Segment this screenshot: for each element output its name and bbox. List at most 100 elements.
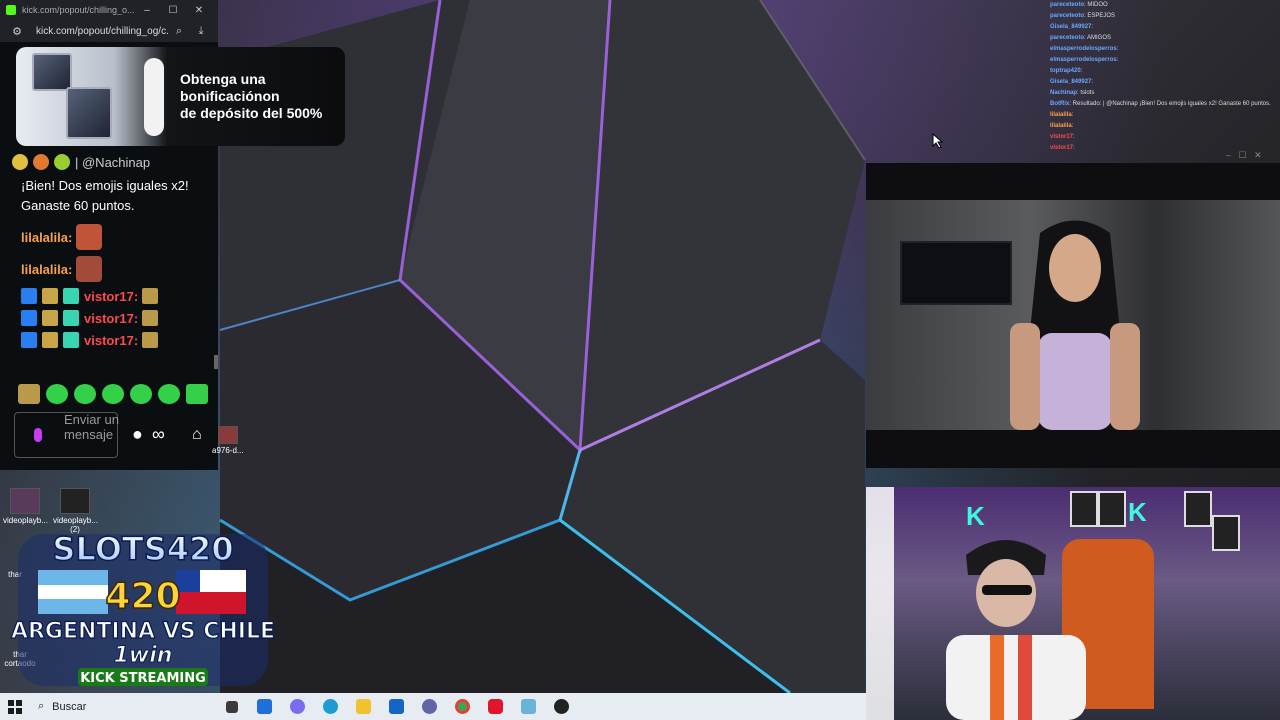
chat-message: lilalalila: (21, 224, 214, 250)
chat-message: vistor17: (21, 310, 214, 326)
gift-box-icon (32, 53, 72, 91)
store-app-icon[interactable] (248, 693, 281, 720)
overlay-chat-line: pareceteoto: AMIGOS (1050, 35, 1112, 41)
green-emote-icon[interactable] (158, 384, 180, 404)
search-icon: ⌕ (38, 700, 45, 712)
task-view-icon[interactable] (215, 693, 248, 720)
wall-frame (1184, 491, 1212, 527)
green-emote-icon[interactable] (102, 384, 124, 404)
desktop-icon-video-2[interactable]: videoplayb... (2) (53, 488, 98, 534)
windows-logo-icon (8, 699, 22, 714)
taskbar-search[interactable]: ⌕ Buscar (30, 693, 215, 720)
moderator-badge-icon (21, 288, 37, 304)
edge-browser-icon[interactable] (314, 693, 347, 720)
desktop-icon-file[interactable]: a976-d... (212, 426, 256, 455)
chrome-browser-icon[interactable] (446, 693, 479, 720)
leaf-emote-icon (142, 332, 159, 348)
vip-badge-icon (42, 332, 58, 348)
emoji-picker-icon[interactable]: ● (132, 424, 143, 445)
logo-subtitle: KICK STREAMING (80, 671, 206, 686)
close-icon[interactable]: ✕ (186, 5, 212, 16)
overlay-window-controls[interactable]: – ☐ ✕ (1226, 150, 1262, 161)
minimize-icon[interactable]: – (134, 5, 160, 16)
chat-input-placeholder: Enviar un mensaje (64, 412, 119, 442)
green-emote-icon[interactable] (46, 384, 68, 404)
start-button[interactable] (0, 693, 30, 720)
mouse-cursor-icon (932, 133, 944, 149)
chat-message: vistor17: (21, 332, 214, 348)
chat-username[interactable]: lilalalila: (21, 230, 72, 245)
emoji-icon (12, 154, 28, 170)
url-text[interactable]: kick.com/popout/chilling_og/c... (36, 26, 168, 37)
gift-badge-icon (63, 288, 79, 304)
leaf-emote-icon (142, 288, 159, 304)
microphone-icon[interactable] (34, 428, 42, 442)
popout-title: kick.com/popout/chilling_o... (22, 5, 134, 15)
ad-side-controls (144, 58, 164, 136)
opera-browser-icon[interactable] (479, 693, 512, 720)
windows-taskbar: ⌕ Buscar (0, 693, 866, 720)
vip-badge-icon (42, 310, 58, 326)
face-emote-icon (76, 256, 103, 282)
video-file-icon (60, 488, 90, 514)
logo-title: SLOTS420 (52, 530, 233, 568)
file-explorer-icon[interactable] (347, 693, 380, 720)
overlay-chat-line: elmasperrodelosperros: (1050, 57, 1119, 63)
maximize-icon[interactable]: ☐ (160, 5, 186, 16)
chat-username[interactable]: vistor17: (84, 333, 138, 348)
leaf-emote-icon (142, 310, 159, 326)
light-panel (866, 487, 894, 720)
streamer-webcam-video[interactable] (866, 163, 1280, 468)
neon-k-sign-icon: K (1128, 497, 1147, 527)
bonus-ad-banner[interactable]: Obtenga una bonificaciónon de depósito d… (16, 47, 345, 146)
infinity-points-icon[interactable]: ∞ (152, 424, 165, 445)
green-emote-icon[interactable] (74, 384, 96, 404)
store-icon[interactable]: ⌂ (192, 426, 202, 444)
download-icon[interactable]: ⤓ (190, 25, 212, 38)
site-settings-icon[interactable]: ⚙ (6, 25, 28, 38)
desktop-icon-video[interactable]: videoplayb... (3, 488, 48, 525)
cam-video-feed[interactable]: K K (866, 487, 1280, 720)
logo-brand: 1win (114, 643, 173, 668)
file-icon (218, 426, 238, 444)
overlay-chat-line: lilalalila: (1050, 123, 1074, 129)
chat-fragment-line: | @Nachinap (12, 154, 214, 170)
mention-text: | @Nachinap (75, 154, 151, 170)
emoji-icon (54, 154, 70, 170)
emoji-icon (33, 154, 49, 170)
address-bar[interactable]: ⚙ kick.com/popout/chilling_og/c... ⌕ ⤓ (0, 20, 218, 42)
logo-number: 420 (105, 576, 180, 617)
kick-logo-icon (6, 5, 16, 15)
overlay-chat-line: elmasperrodelosperros: (1050, 46, 1119, 52)
search-label: Buscar (52, 700, 87, 713)
moderator-badge-icon (21, 332, 37, 348)
overlay-chat-line: Gisela_849927: (1050, 24, 1094, 30)
streamer-figure (1010, 220, 1140, 430)
green-emote-icon[interactable] (130, 384, 152, 404)
popout-titlebar: kick.com/popout/chilling_o... – ☐ ✕ (0, 0, 218, 20)
copilot-icon[interactable] (281, 693, 314, 720)
chat-message: vistor17: (21, 288, 214, 304)
zoom-icon[interactable]: ⌕ (168, 25, 190, 38)
overlay-chat-line: vistor17: (1050, 134, 1075, 140)
obs-studio-icon[interactable] (545, 693, 578, 720)
chat-username[interactable]: vistor17: (84, 311, 138, 326)
emote-quick-bar (18, 384, 208, 404)
overlay-chat-line: Gisela_849927: (1050, 79, 1094, 85)
gift-box-icon (66, 87, 112, 139)
outlook-icon[interactable] (380, 693, 413, 720)
logo-matchup: ARGENTINA VS CHILE (11, 619, 275, 644)
leaf-emote-icon[interactable] (18, 384, 40, 404)
green-emote-icon[interactable] (186, 384, 208, 404)
chat-scrollbar[interactable] (214, 355, 218, 369)
notepad-icon[interactable] (512, 693, 545, 720)
overlay-chat-line: Nachinap: tslots (1050, 90, 1095, 96)
chat-username[interactable]: lilalalila: (21, 262, 72, 277)
bot-message: ¡Bien! Dos emojis iguales x2! Ganaste 60… (21, 178, 189, 213)
chat-username[interactable]: vistor17: (84, 289, 138, 304)
overlay-chat-line: BotRix: Resultado: | @Nachinap ¡Bien! Do… (1050, 101, 1271, 107)
vip-badge-icon (42, 288, 58, 304)
streamer-figure (946, 540, 1086, 720)
slots420-logo: SLOTS420 420 ARGENTINA VS CHILE 1win KIC… (10, 530, 276, 686)
teams-icon[interactable] (413, 693, 446, 720)
